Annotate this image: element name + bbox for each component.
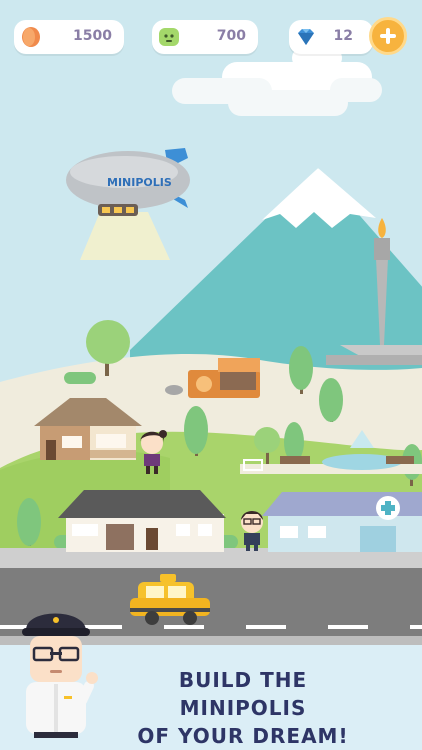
game-scene: MINIPOLIS 1500 700 12 BUILD THE MINIPOLI… <box>0 0 422 750</box>
clouds <box>172 48 382 116</box>
coin-icon <box>22 27 40 47</box>
hospital <box>262 492 422 552</box>
population-value: 700 <box>216 28 246 44</box>
coins-value: 1500 <box>73 28 112 44</box>
mayor-character <box>22 613 98 738</box>
promo-tagline: BUILD THE MINIPOLIS OF YOUR DREAM! <box>118 666 368 750</box>
population-counter[interactable]: 700 <box>152 20 258 54</box>
blimp-banner: MINIPOLIS <box>107 176 172 189</box>
add-currency-button[interactable] <box>369 17 407 55</box>
tagline-line-1: BUILD THE MINIPOLIS <box>178 668 308 720</box>
blimp: MINIPOLIS <box>66 148 190 260</box>
citizen-face-icon <box>159 28 179 46</box>
coins-counter[interactable]: 1500 <box>14 20 124 54</box>
grey-house <box>58 490 226 552</box>
gems-counter[interactable]: 12 <box>289 20 373 54</box>
gems-value: 12 <box>333 28 353 44</box>
tagline-line-2: OF YOUR DREAM! <box>137 724 349 748</box>
diamond-icon <box>298 29 314 45</box>
